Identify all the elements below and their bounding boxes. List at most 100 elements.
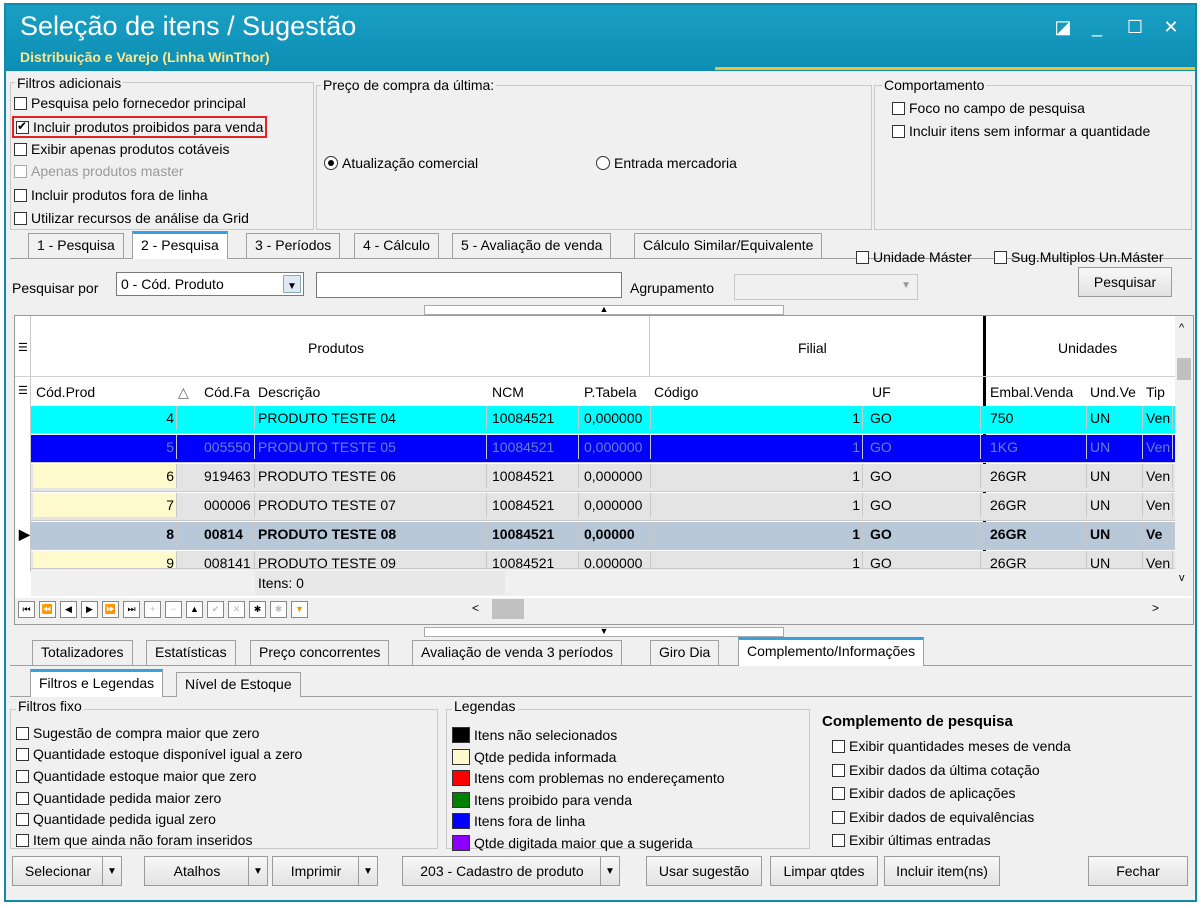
splitter-handle-bottom[interactable]: ▼ xyxy=(424,627,784,637)
table-cell[interactable]: 0,000000 xyxy=(581,464,651,488)
tab-giro-dia[interactable]: Giro Dia xyxy=(650,640,720,665)
table-cell[interactable]: 4 xyxy=(33,406,177,430)
table-cell[interactable]: 1 xyxy=(651,406,863,430)
filter-cotaveis-checkbox[interactable]: Exibir apenas produtos cotáveis xyxy=(14,141,229,157)
imprimir-dropdown-icon[interactable]: ▼ xyxy=(358,856,378,886)
table-cell[interactable]: 26GR xyxy=(987,522,1087,546)
table-cell[interactable]: UN xyxy=(1087,435,1143,459)
fixed-filter-3-checkbox[interactable]: Quantidade estoque maior que zero xyxy=(16,768,256,784)
table-cell[interactable]: Ven xyxy=(1143,464,1173,488)
nav-first-icon[interactable]: ⏮ xyxy=(18,601,35,618)
table-cell[interactable]: 10084521 xyxy=(489,464,579,488)
fixed-filter-4-checkbox[interactable]: Quantidade pedida maior zero xyxy=(16,790,221,806)
fixed-filter-6-checkbox[interactable]: Item que ainda não foram inseridos xyxy=(16,832,252,848)
tab-totalizadores[interactable]: Totalizadores xyxy=(32,640,133,665)
table-cell[interactable]: GO xyxy=(867,464,981,488)
atalhos-dropdown-icon[interactable]: ▼ xyxy=(248,856,268,886)
col-uf[interactable]: UF xyxy=(869,380,891,404)
search-button[interactable]: Pesquisar xyxy=(1078,267,1172,297)
table-cell[interactable]: 1 xyxy=(651,522,863,546)
complement-5-checkbox[interactable]: Exibir últimas entradas xyxy=(832,832,991,848)
col-ptabela[interactable]: P.Tabela xyxy=(581,380,651,404)
chevron-down-icon[interactable]: v xyxy=(1179,572,1185,584)
table-cell[interactable]: 10084521 xyxy=(489,406,579,430)
complement-2-checkbox[interactable]: Exibir dados da última cotação xyxy=(832,762,1040,778)
selecionar-button[interactable]: Selecionar xyxy=(12,856,104,886)
nav-goto-bookmark-icon[interactable]: ✱ xyxy=(270,601,287,618)
table-cell[interactable]: GO xyxy=(867,406,981,430)
cadastro-dropdown-icon[interactable]: ▼ xyxy=(600,856,620,886)
tab-periodos[interactable]: 3 - Períodos xyxy=(246,233,341,258)
sort-asc-icon[interactable]: △ xyxy=(175,380,189,404)
subtab-nivel[interactable]: Nível de Estoque xyxy=(176,672,301,697)
grid-menu-icon[interactable]: ☰ xyxy=(15,336,28,360)
table-cell[interactable]: UN xyxy=(1087,464,1143,488)
table-cell[interactable]: 00814 xyxy=(201,522,255,546)
table-cell[interactable]: Ven xyxy=(1143,493,1173,517)
table-cell[interactable]: 0,000000 xyxy=(581,435,651,459)
table-cell[interactable]: 8 xyxy=(33,522,177,546)
vertical-scrollbar[interactable]: ^ v xyxy=(1175,316,1193,596)
tab-estatisticas[interactable]: Estatísticas xyxy=(146,640,236,665)
col-tip[interactable]: Tip xyxy=(1143,380,1173,404)
table-cell[interactable]: 005550 xyxy=(201,435,255,459)
col-descricao[interactable]: Descrição xyxy=(255,380,320,404)
table-cell[interactable]: GO xyxy=(867,435,981,459)
table-cell[interactable]: 0,00000 xyxy=(581,522,651,546)
tab-avaliacao-3[interactable]: Avaliação de venda 3 períodos xyxy=(412,640,622,665)
nav-post-icon[interactable]: ✔ xyxy=(207,601,224,618)
table-cell[interactable]: 1 xyxy=(651,435,863,459)
table-cell[interactable]: PRODUTO TESTE 05 xyxy=(255,435,487,459)
complement-1-checkbox[interactable]: Exibir quantidades meses de venda xyxy=(832,738,1071,754)
atalhos-button[interactable]: Atalhos xyxy=(144,856,250,886)
table-cell[interactable]: UN xyxy=(1087,522,1143,546)
table-row[interactable]: 9 008141 PRODUTO TESTE 09 10084521 0,000000 1… xyxy=(31,551,1193,575)
table-cell[interactable]: 7 xyxy=(33,493,177,517)
table-cell[interactable]: PRODUTO TESTE 04 xyxy=(255,406,487,430)
table-cell[interactable]: Ven xyxy=(1143,406,1173,430)
radio-entrada[interactable]: Entrada mercadoria xyxy=(596,155,737,171)
table-cell[interactable]: 750 xyxy=(987,406,1087,430)
scroll-thumb[interactable] xyxy=(1177,358,1191,380)
imprimir-button[interactable]: Imprimir xyxy=(272,856,360,886)
filter-fornecedor-checkbox[interactable]: Pesquisa pelo fornecedor principal xyxy=(14,95,246,111)
table-cell[interactable]: 919463 xyxy=(201,464,255,488)
grid-columns-icon[interactable]: ☰ xyxy=(15,379,28,403)
close-icon[interactable]: ✕ xyxy=(1157,17,1185,38)
table-cell[interactable]: PRODUTO TESTE 07 xyxy=(255,493,487,517)
table-cell[interactable]: GO xyxy=(867,522,981,546)
focus-search-checkbox[interactable]: Foco no campo de pesquisa xyxy=(892,100,1085,116)
unidade-master-checkbox[interactable]: Unidade Máster xyxy=(856,249,972,265)
table-row[interactable]: 5 005550 PRODUTO TESTE 05 10084521 0,000000 1… xyxy=(31,435,1193,463)
nav-delete-icon[interactable]: − xyxy=(165,601,182,618)
table-cell[interactable]: Ven xyxy=(1143,435,1173,459)
table-row[interactable]: 6 919463 PRODUTO TESTE 06 10084521 0,000000 1… xyxy=(31,464,1193,492)
search-by-select[interactable]: 0 - Cód. Produto ▼ xyxy=(116,272,304,296)
table-cell[interactable]: 6 xyxy=(33,464,177,488)
table-cell[interactable]: 10084521 xyxy=(489,493,579,517)
nav-next-page-icon[interactable]: ⏩ xyxy=(102,601,119,618)
table-cell[interactable]: 26GR xyxy=(987,493,1087,517)
minimize-icon[interactable]: _ xyxy=(1083,17,1111,38)
table-cell[interactable]: Ve xyxy=(1143,522,1173,546)
table-cell[interactable]: GO xyxy=(867,493,981,517)
table-cell[interactable]: UN xyxy=(1087,493,1143,517)
nav-cancel-icon[interactable]: ✕ xyxy=(228,601,245,618)
subtab-filtros[interactable]: Filtros e Legendas xyxy=(30,669,164,697)
h-scroll-thumb[interactable] xyxy=(492,599,524,619)
filter-proibidos-checkbox[interactable]: Incluir produtos proibidos para venda xyxy=(12,116,268,138)
table-cell[interactable]: 1 xyxy=(651,493,863,517)
col-ncm[interactable]: NCM xyxy=(489,380,524,404)
nav-prev-icon[interactable]: ◀ xyxy=(60,601,77,618)
fixed-filter-5-checkbox[interactable]: Quantidade pedida igual zero xyxy=(16,811,216,827)
limpar-qtdes-button[interactable]: Limpar qtdes xyxy=(770,856,878,886)
nav-insert-icon[interactable]: + xyxy=(144,601,161,618)
chevron-left-icon[interactable]: < xyxy=(472,601,479,615)
col-codfab[interactable]: Cód.Fa xyxy=(201,380,255,404)
radio-atualizacao[interactable]: Atualização comercial xyxy=(324,155,478,171)
fixed-filter-1-checkbox[interactable]: Sugestão de compra maior que zero xyxy=(16,725,259,741)
search-input[interactable] xyxy=(316,272,622,298)
table-cell[interactable] xyxy=(201,406,255,430)
table-row[interactable]: 7 000006 PRODUTO TESTE 07 10084521 0,000000 1… xyxy=(31,493,1193,521)
table-cell[interactable]: UN xyxy=(1087,406,1143,430)
